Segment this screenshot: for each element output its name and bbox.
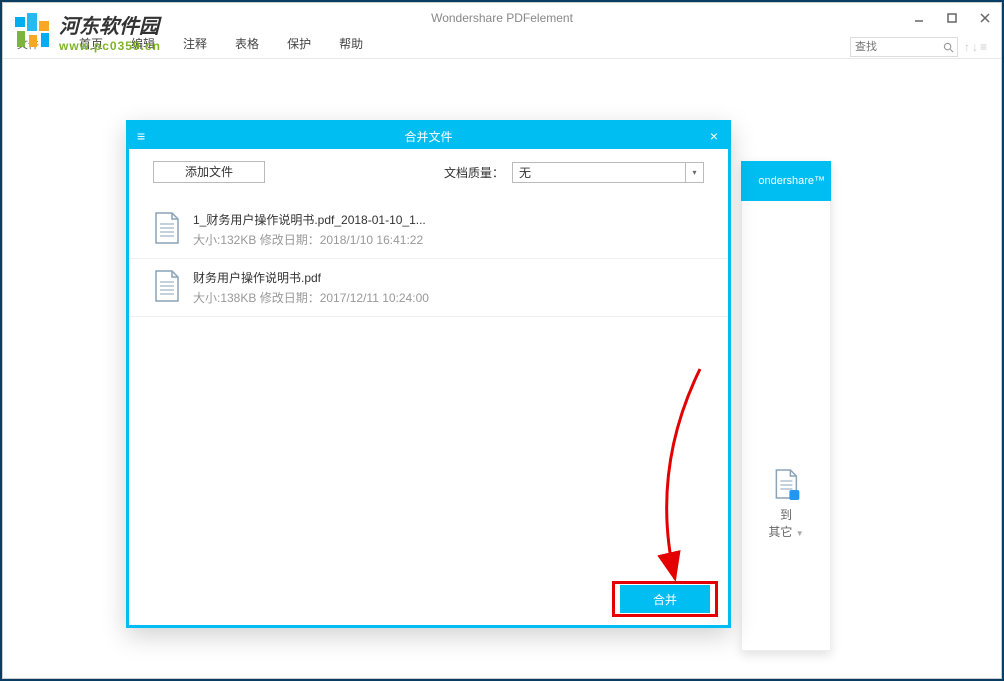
menu-form[interactable]: 表格 [221,33,273,54]
dialog-header: ≡ 合并文件 × [129,123,728,149]
arrow-up-icon[interactable]: ↑ [964,40,970,54]
document-other-icon [772,468,800,502]
merge-dialog: ≡ 合并文件 × 添加文件 文档质量： 无 ▾ 1_财务用户操作说明书.pdf_… [126,120,731,628]
file-row[interactable]: 1_财务用户操作说明书.pdf_2018-01-10_1... 大小:132KB… [129,201,728,259]
quality-label: 文档质量： [444,164,504,181]
file-icon [153,269,181,303]
file-icon [153,211,181,245]
menu-help[interactable]: 帮助 [325,33,377,54]
file-meta: 大小:132KB 修改日期：2018/1/10 16:41:22 [193,231,704,248]
brand-text: ondershare™ [758,175,825,187]
brand-band: ondershare™ [741,161,831,201]
close-button[interactable] [968,3,1001,33]
quality-select[interactable]: 无 ▾ [512,162,704,183]
menu-protect[interactable]: 保护 [273,33,325,54]
dialog-toolbar: 添加文件 文档质量： 无 ▾ [129,149,728,195]
convert-to-other-item[interactable]: 到 其它 ▼ [768,468,803,540]
dialog-footer: 合并 [620,585,710,613]
window-controls [902,3,1001,33]
rp-label-2: 其它 ▼ [768,523,803,540]
right-panel: 到 其它 ▼ [741,161,831,651]
watermark-title: 河东软件园 [59,10,161,39]
watermark-url: www.pc0359.cn [59,39,161,53]
file-row[interactable]: 财务用户操作说明书.pdf 大小:138KB 修改日期：2017/12/11 1… [129,259,728,317]
site-logo-icon [11,9,55,53]
quality-selected-value: 无 [513,164,531,181]
dialog-close-icon[interactable]: × [710,128,718,144]
chevron-down-icon: ▾ [685,163,703,182]
maximize-button[interactable] [935,3,968,33]
app-window: 河东软件园 www.pc0359.cn Wondershare PDFeleme… [2,2,1002,679]
minimize-button[interactable] [902,3,935,33]
add-file-button[interactable]: 添加文件 [153,161,265,183]
file-name: 财务用户操作说明书.pdf [193,269,704,286]
file-meta: 大小:138KB 修改日期：2017/12/11 10:24:00 [193,289,704,306]
file-name: 1_财务用户操作说明书.pdf_2018-01-10_1... [193,211,704,228]
dialog-menu-icon[interactable]: ≡ [137,128,145,144]
rp-label-1: 到 [768,506,803,523]
watermark-logo: 河东软件园 www.pc0359.cn [11,9,161,53]
file-list: 1_财务用户操作说明书.pdf_2018-01-10_1... 大小:132KB… [129,195,728,323]
menu-comment[interactable]: 注释 [169,33,221,54]
merge-button[interactable]: 合并 [620,585,710,613]
window-title: Wondershare PDFelement [431,11,573,25]
nav-arrows: ↑ ↓ ≡ [964,40,987,54]
search-icon[interactable] [940,37,958,57]
dialog-title: 合并文件 [404,128,452,145]
search-area: ↑ ↓ ≡ [850,37,987,57]
arrow-list-icon[interactable]: ≡ [980,40,987,54]
arrow-down-icon[interactable]: ↓ [972,40,978,54]
